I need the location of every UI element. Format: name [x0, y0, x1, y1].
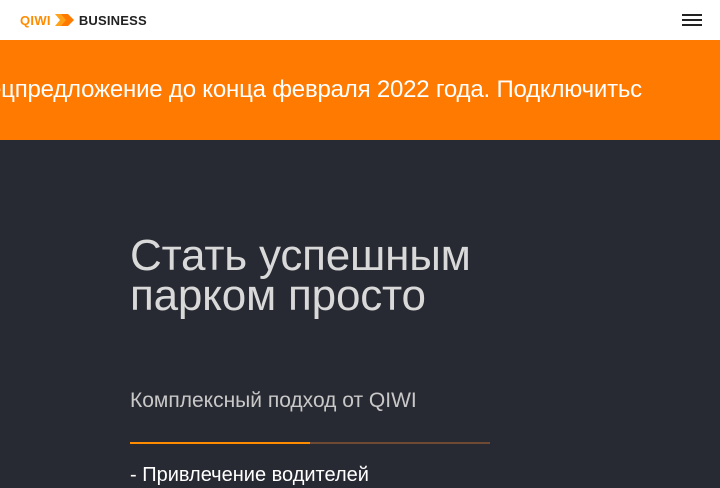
promo-banner[interactable]: ецпредложение до конца февраля 2022 года… — [0, 40, 720, 140]
menu-bar — [682, 19, 702, 21]
hero-title: Стать успешным парком просто — [130, 231, 610, 320]
slide-progress-bar — [130, 442, 490, 444]
menu-bar — [682, 24, 702, 26]
qiwi-business-logo[interactable]: QIWI BUSINESS — [20, 12, 147, 28]
qiwi-arrow-icon — [54, 14, 74, 26]
logo-product-text: BUSINESS — [78, 12, 147, 28]
logo-brand-text: QIWI — [20, 12, 51, 28]
hero-section: Стать успешным парком просто Комплексный… — [0, 140, 720, 486]
top-header: QIWI BUSINESS — [0, 0, 720, 40]
menu-bar — [682, 14, 702, 16]
hero-title-line: парком просто — [130, 271, 426, 320]
hero-title-line: Стать успешным — [130, 231, 471, 280]
hero-subtitle: Комплексный подход от QIWI — [130, 389, 417, 412]
feature-list-item: - Привлечение водителей — [130, 464, 369, 486]
promo-banner-text: ецпредложение до конца февраля 2022 года… — [0, 76, 642, 103]
hamburger-menu-icon[interactable] — [680, 11, 704, 29]
slide-progress-fill — [130, 442, 310, 444]
